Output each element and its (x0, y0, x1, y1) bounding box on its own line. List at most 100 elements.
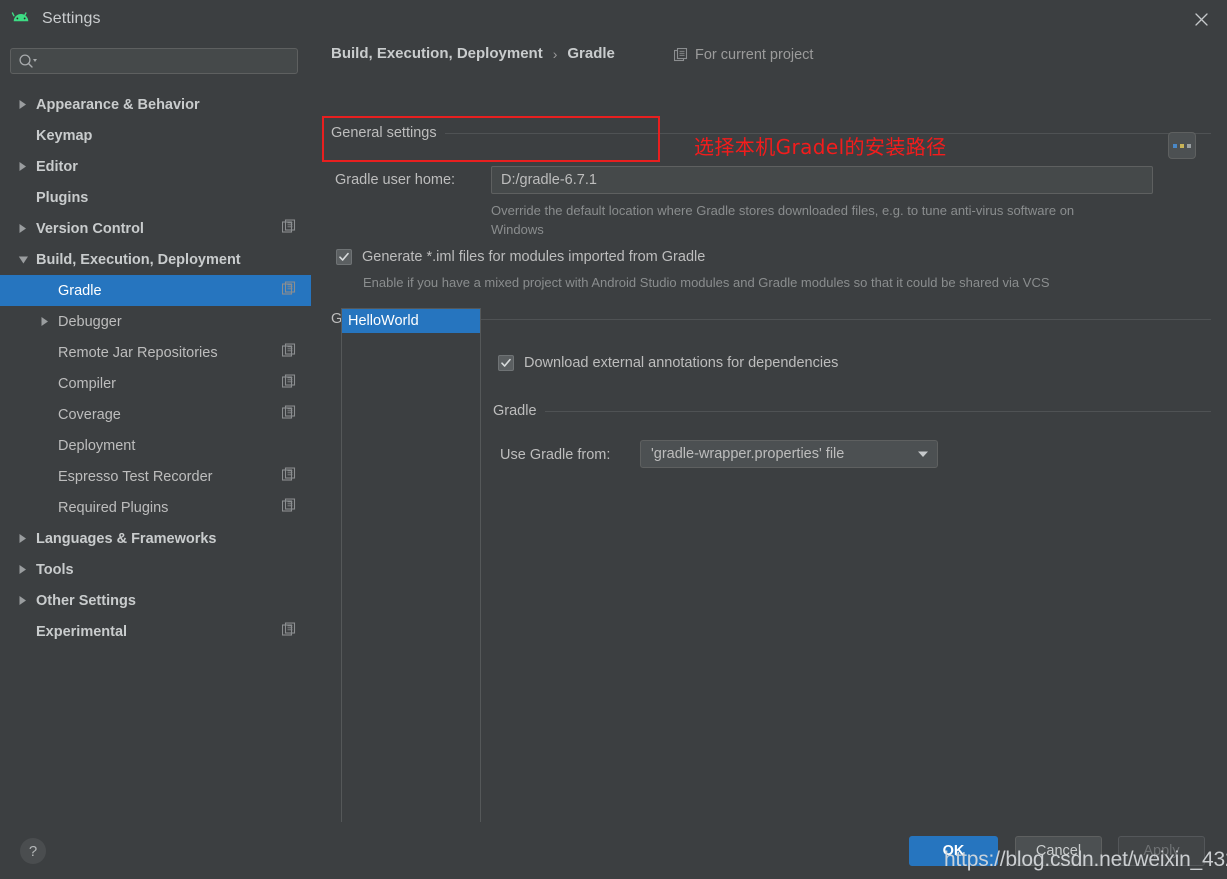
project-scope-icon (674, 48, 688, 62)
sidebar-item-required-plugins[interactable]: Required Plugins (0, 492, 311, 523)
project-scope-icon (281, 466, 296, 486)
settings-dialog: Settings Appearance & Behavior Keymap Edit… (0, 0, 1227, 879)
chevron-right-icon[interactable] (14, 213, 32, 244)
breadcrumb: Build, Execution, Deployment › Gradle (331, 45, 615, 62)
sidebar-item-deployment[interactable]: Deployment (0, 430, 311, 461)
sidebar-item-label: Deployment (58, 437, 136, 454)
sidebar-item-label: Experimental (36, 623, 128, 640)
sidebar-item-remote-jar-repositories[interactable]: Remote Jar Repositories (0, 337, 311, 368)
sidebar-item-experimental[interactable]: Experimental (0, 616, 311, 647)
sidebar-item-editor[interactable]: Editor (0, 151, 311, 182)
for-current-project-text: For current project (695, 47, 814, 63)
browse-ellipsis-icon (1173, 143, 1177, 148)
sidebar-item-compiler[interactable]: Compiler (0, 368, 311, 399)
sidebar-item-coverage[interactable]: Coverage (0, 399, 311, 430)
sidebar-item-build-execution-deployment[interactable]: Build, Execution, Deployment (0, 244, 311, 275)
chevron-down-icon[interactable] (14, 244, 32, 275)
search-icon (19, 54, 37, 68)
chevron-right-icon[interactable] (14, 523, 32, 554)
download-annotations-checkbox[interactable] (498, 355, 514, 371)
chevron-right-icon[interactable] (14, 151, 32, 182)
sidebar-item-other-settings[interactable]: Other Settings (0, 585, 311, 616)
download-annotations-checkbox-row[interactable]: Download external annotations for depend… (498, 355, 838, 371)
help-button[interactable]: ? (20, 838, 46, 864)
browse-button[interactable] (1168, 132, 1196, 159)
sidebar-item-label: Coverage (58, 406, 121, 423)
sidebar-item-label: Appearance & Behavior (36, 96, 200, 113)
generate-iml-hint: Enable if you have a mixed project with … (363, 275, 1050, 290)
for-current-project-label: For current project (674, 47, 813, 63)
sidebar-item-label: Build, Execution, Deployment (36, 251, 241, 268)
sidebar-item-languages-frameworks[interactable]: Languages & Frameworks (0, 523, 311, 554)
sidebar-item-label: Debugger (58, 313, 122, 330)
sidebar-item-label: Languages & Frameworks (36, 530, 217, 547)
sidebar-item-label: Other Settings (36, 592, 136, 609)
watermark: https://blog.csdn.net/weixin_43232955 (944, 848, 1227, 871)
checkmark-icon (339, 252, 349, 261)
gradle-subgroup-header: Gradle (493, 403, 1211, 419)
sidebar-item-label: Plugins (36, 189, 89, 206)
checkmark-icon (501, 358, 511, 367)
close-icon (1194, 12, 1208, 26)
chevron-right-icon[interactable] (14, 585, 32, 616)
tree-arrow-spacer (36, 337, 54, 368)
gradle-user-home-input[interactable] (491, 166, 1153, 194)
sidebar-item-label: Compiler (58, 375, 117, 392)
sidebar-item-gradle[interactable]: Gradle (0, 275, 311, 306)
use-gradle-from-dropdown[interactable]: 'gradle-wrapper.properties' file (640, 440, 938, 468)
group-divider (437, 318, 1211, 320)
gradle-user-home-hint-line2: Windows (491, 222, 544, 237)
project-scope-icon (281, 342, 296, 362)
gradle-user-home-hint-line1: Override the default location where Grad… (491, 203, 1075, 218)
sidebar-item-espresso-test-recorder[interactable]: Espresso Test Recorder (0, 461, 311, 492)
download-annotations-label: Download external annotations for depend… (524, 355, 839, 371)
breadcrumb-parent[interactable]: Build, Execution, Deployment (331, 45, 543, 62)
breadcrumb-current: Gradle (567, 45, 615, 62)
generate-iml-label: Generate *.iml files for modules importe… (362, 249, 706, 265)
group-divider (544, 410, 1211, 412)
sidebar-item-label: Version Control (36, 220, 144, 237)
use-gradle-from-value: 'gradle-wrapper.properties' file (651, 446, 845, 462)
breadcrumb-separator: › (552, 45, 558, 62)
tree-arrow-spacer (36, 275, 54, 306)
sidebar-item-plugins[interactable]: Plugins (0, 182, 311, 213)
project-scope-icon (281, 218, 296, 238)
project-scope-icon (281, 497, 296, 517)
gradle-project-list[interactable]: HelloWorld (341, 308, 481, 836)
annotation-note-text: 选择本机Gradel的安装路径 (694, 135, 947, 159)
browse-ellipsis-icon (1187, 143, 1191, 148)
gradle-subgroup-title: Gradle (493, 403, 537, 419)
android-robot-icon (11, 11, 29, 21)
generate-iml-checkbox[interactable] (336, 249, 352, 265)
sidebar-item-label: Editor (36, 158, 78, 175)
tree-arrow-spacer (14, 120, 32, 151)
sidebar-item-appearance-behavior[interactable]: Appearance & Behavior (0, 89, 311, 120)
sidebar-item-tools[interactable]: Tools (0, 554, 311, 585)
chevron-right-icon[interactable] (36, 306, 54, 337)
chevron-right-icon[interactable] (14, 554, 32, 585)
search-input[interactable] (37, 53, 297, 69)
chevron-right-icon[interactable] (14, 89, 32, 120)
tree-arrow-spacer (14, 182, 32, 213)
sidebar-item-keymap[interactable]: Keymap (0, 120, 311, 151)
tree-arrow-spacer (36, 368, 54, 399)
tree-arrow-spacer (36, 461, 54, 492)
project-scope-icon (281, 404, 296, 424)
search-box[interactable] (10, 48, 298, 74)
title-bar: Settings (0, 0, 1227, 37)
project-scope-icon (281, 280, 296, 300)
list-item[interactable]: HelloWorld (342, 309, 480, 333)
close-button[interactable] (1183, 4, 1219, 34)
sidebar-item-label: Keymap (36, 127, 93, 144)
chevron-down-icon (909, 450, 937, 458)
sidebar-item-label: Gradle (58, 282, 102, 299)
sidebar-item-debugger[interactable]: Debugger (0, 306, 311, 337)
sidebar-item-label: Required Plugins (58, 499, 169, 516)
browse-ellipsis-icon (1180, 143, 1184, 148)
generate-iml-checkbox-row[interactable]: Generate *.iml files for modules importe… (336, 249, 705, 265)
tree-arrow-spacer (36, 430, 54, 461)
tree-arrow-spacer (14, 616, 32, 647)
gradle-user-home-label: Gradle user home: (335, 172, 456, 188)
settings-tree: Appearance & Behavior Keymap Editor Plugins… (0, 89, 311, 647)
sidebar-item-version-control[interactable]: Version Control (0, 213, 311, 244)
